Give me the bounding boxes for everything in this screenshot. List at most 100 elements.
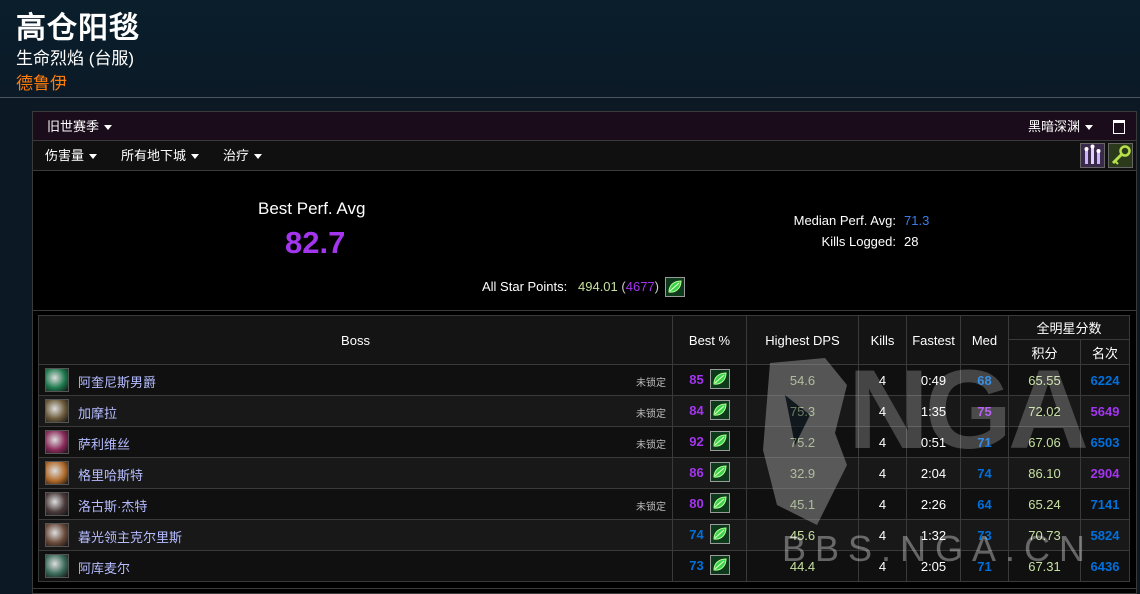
gem-icon[interactable] <box>709 430 730 454</box>
col-header-med[interactable]: Med <box>960 315 1009 365</box>
rank-cell: 5649 <box>1080 395 1130 427</box>
boss-name[interactable]: 阿库麦尔 <box>78 558 130 577</box>
metric-dropdown[interactable]: 伤害量 <box>45 141 98 170</box>
dps-cell: 32.9 <box>746 457 859 489</box>
table-row[interactable]: 洛古斯·杰特 未锁定 80 45.1 4 2:26 64 65.24 7141 <box>38 488 1130 520</box>
gem-icon[interactable] <box>709 523 730 547</box>
col-header-dps[interactable]: Highest DPS <box>746 315 859 365</box>
kills-logged-label: Kills Logged: <box>821 234 896 249</box>
best-percent: 74 <box>689 526 704 542</box>
difficulty-dropdown[interactable]: 所有地下城 <box>121 141 200 170</box>
table-row[interactable]: 萨利维丝 未锁定 92 75.2 4 0:51 71 67.06 6503 <box>38 426 1130 458</box>
boss-cell[interactable]: 阿奎尼斯男爵 未锁定 <box>38 364 673 396</box>
col-header-fastest[interactable]: Fastest <box>906 315 961 365</box>
table-row[interactable]: 阿奎尼斯男爵 未锁定 85 54.6 4 0:49 68 65.55 6224 <box>38 364 1130 396</box>
best-percent: 80 <box>689 495 704 511</box>
unlocked-badge: 未锁定 <box>636 502 666 513</box>
boss-cell[interactable]: 阿库麦尔 <box>38 550 673 582</box>
points-cell: 70.73 <box>1008 519 1081 551</box>
all-star-points-value: 494.01 <box>578 279 618 294</box>
boss-avatar <box>45 554 69 578</box>
col-header-kills[interactable]: Kills <box>858 315 907 365</box>
character-header: 高仓阳毯 生命烈焰 (台服) 德鲁伊 <box>0 0 1140 98</box>
median-perf-value: 71.3 <box>904 213 930 228</box>
boss-name[interactable]: 阿奎尼斯男爵 <box>78 372 156 391</box>
kills-cell: 4 <box>858 364 907 396</box>
table-row[interactable]: 格里哈斯特 86 32.9 4 2:04 74 86.10 2904 <box>38 457 1130 489</box>
panel-bottom-divider <box>33 588 1136 589</box>
med-cell: 64 <box>960 488 1009 520</box>
kills-cell: 4 <box>858 426 907 458</box>
boss-rows: 阿奎尼斯男爵 未锁定 85 54.6 4 0:49 68 65.55 6224 加摩拉 未锁定 84 7… <box>38 364 1130 582</box>
best-cell: 86 <box>672 457 747 489</box>
gem-icon[interactable] <box>709 461 730 485</box>
boss-avatar <box>45 461 69 485</box>
season-bar: 旧世赛季 黑暗深渊 <box>33 112 1136 141</box>
chevron-down-icon <box>1085 125 1094 131</box>
boss-rankings-table: Boss Best % Highest DPS Kills Fastest Me… <box>38 315 1130 582</box>
chevron-down-icon <box>191 154 200 160</box>
boss-name[interactable]: 萨利维丝 <box>78 434 130 453</box>
points-cell: 86.10 <box>1008 457 1081 489</box>
character-name: 高仓阳毯 <box>16 12 140 45</box>
all-star-rank-value: 4677 <box>625 279 655 294</box>
col-header-best[interactable]: Best % <box>672 315 747 365</box>
boss-name[interactable]: 暮光领主克尔里斯 <box>78 527 182 546</box>
points-cell: 67.06 <box>1008 426 1081 458</box>
unlocked-badge: 未锁定 <box>636 440 666 451</box>
points-cell: 67.31 <box>1008 550 1081 582</box>
healer-role-icon[interactable] <box>1080 143 1105 168</box>
boss-cell[interactable]: 加摩拉 未锁定 <box>38 395 673 427</box>
rank-cell: 5824 <box>1080 519 1130 551</box>
kills-cell: 4 <box>858 395 907 427</box>
all-star-rank-close: ) <box>654 279 659 294</box>
gem-icon[interactable] <box>709 368 730 392</box>
col-header-boss[interactable]: Boss <box>38 315 673 365</box>
filter-bar: 伤害量 所有地下城 治疗 <box>33 141 1136 171</box>
realm-name: 生命烈焰 (台服) <box>16 49 135 68</box>
season-label: 旧世赛季 <box>47 119 100 134</box>
boss-name[interactable]: 格里哈斯特 <box>78 465 143 484</box>
rankings-panel: 旧世赛季 黑暗深渊 伤害量 所有地下城 治疗 Best Perf. Avg 82… <box>32 111 1137 594</box>
points-cell: 72.02 <box>1008 395 1081 427</box>
boss-cell[interactable]: 暮光领主克尔里斯 <box>38 519 673 551</box>
zone-dropdown[interactable]: 黑暗深渊 <box>1028 112 1094 141</box>
gem-icon <box>665 277 685 302</box>
unlocked-badge: 未锁定 <box>636 409 666 420</box>
best-cell: 92 <box>672 426 747 458</box>
table-row[interactable]: 阿库麦尔 73 44.4 4 2:05 71 67.31 6436 <box>38 550 1130 582</box>
difficulty-label: 所有地下城 <box>121 148 187 163</box>
med-cell: 75 <box>960 395 1009 427</box>
median-perf-label: Median Perf. Avg: <box>793 213 896 228</box>
boss-avatar <box>45 368 69 392</box>
rank-cell: 7141 <box>1080 488 1130 520</box>
table-row[interactable]: 加摩拉 未锁定 84 75.3 4 1:35 75 72.02 5649 <box>38 395 1130 427</box>
kills-cell: 4 <box>858 488 907 520</box>
kills-cell: 4 <box>858 457 907 489</box>
gem-icon[interactable] <box>709 554 730 578</box>
col-header-rank[interactable]: 名次 <box>1080 339 1130 365</box>
key-icon[interactable] <box>1108 143 1133 168</box>
role-dropdown[interactable]: 治疗 <box>223 141 263 170</box>
med-cell: 68 <box>960 364 1009 396</box>
unlocked-badge: 未锁定 <box>636 378 666 389</box>
col-header-points[interactable]: 积分 <box>1008 339 1081 365</box>
med-cell: 74 <box>960 457 1009 489</box>
boss-cell[interactable]: 格里哈斯特 <box>38 457 673 489</box>
points-cell: 65.24 <box>1008 488 1081 520</box>
boss-name[interactable]: 加摩拉 <box>78 403 117 422</box>
boss-cell[interactable]: 洛古斯·杰特 未锁定 <box>38 488 673 520</box>
kills-cell: 4 <box>858 519 907 551</box>
boss-name[interactable]: 洛古斯·杰特 <box>78 496 147 515</box>
maximize-icon[interactable] <box>1113 120 1125 134</box>
best-cell: 80 <box>672 488 747 520</box>
table-row[interactable]: 暮光领主克尔里斯 74 45.6 4 1:32 73 70.73 5824 <box>38 519 1130 551</box>
season-dropdown[interactable]: 旧世赛季 <box>47 112 113 141</box>
best-perf-value: 82.7 <box>285 225 346 260</box>
best-cell: 85 <box>672 364 747 396</box>
boss-avatar <box>45 399 69 423</box>
gem-icon[interactable] <box>709 492 730 516</box>
best-cell: 84 <box>672 395 747 427</box>
gem-icon[interactable] <box>709 399 730 423</box>
boss-cell[interactable]: 萨利维丝 未锁定 <box>38 426 673 458</box>
